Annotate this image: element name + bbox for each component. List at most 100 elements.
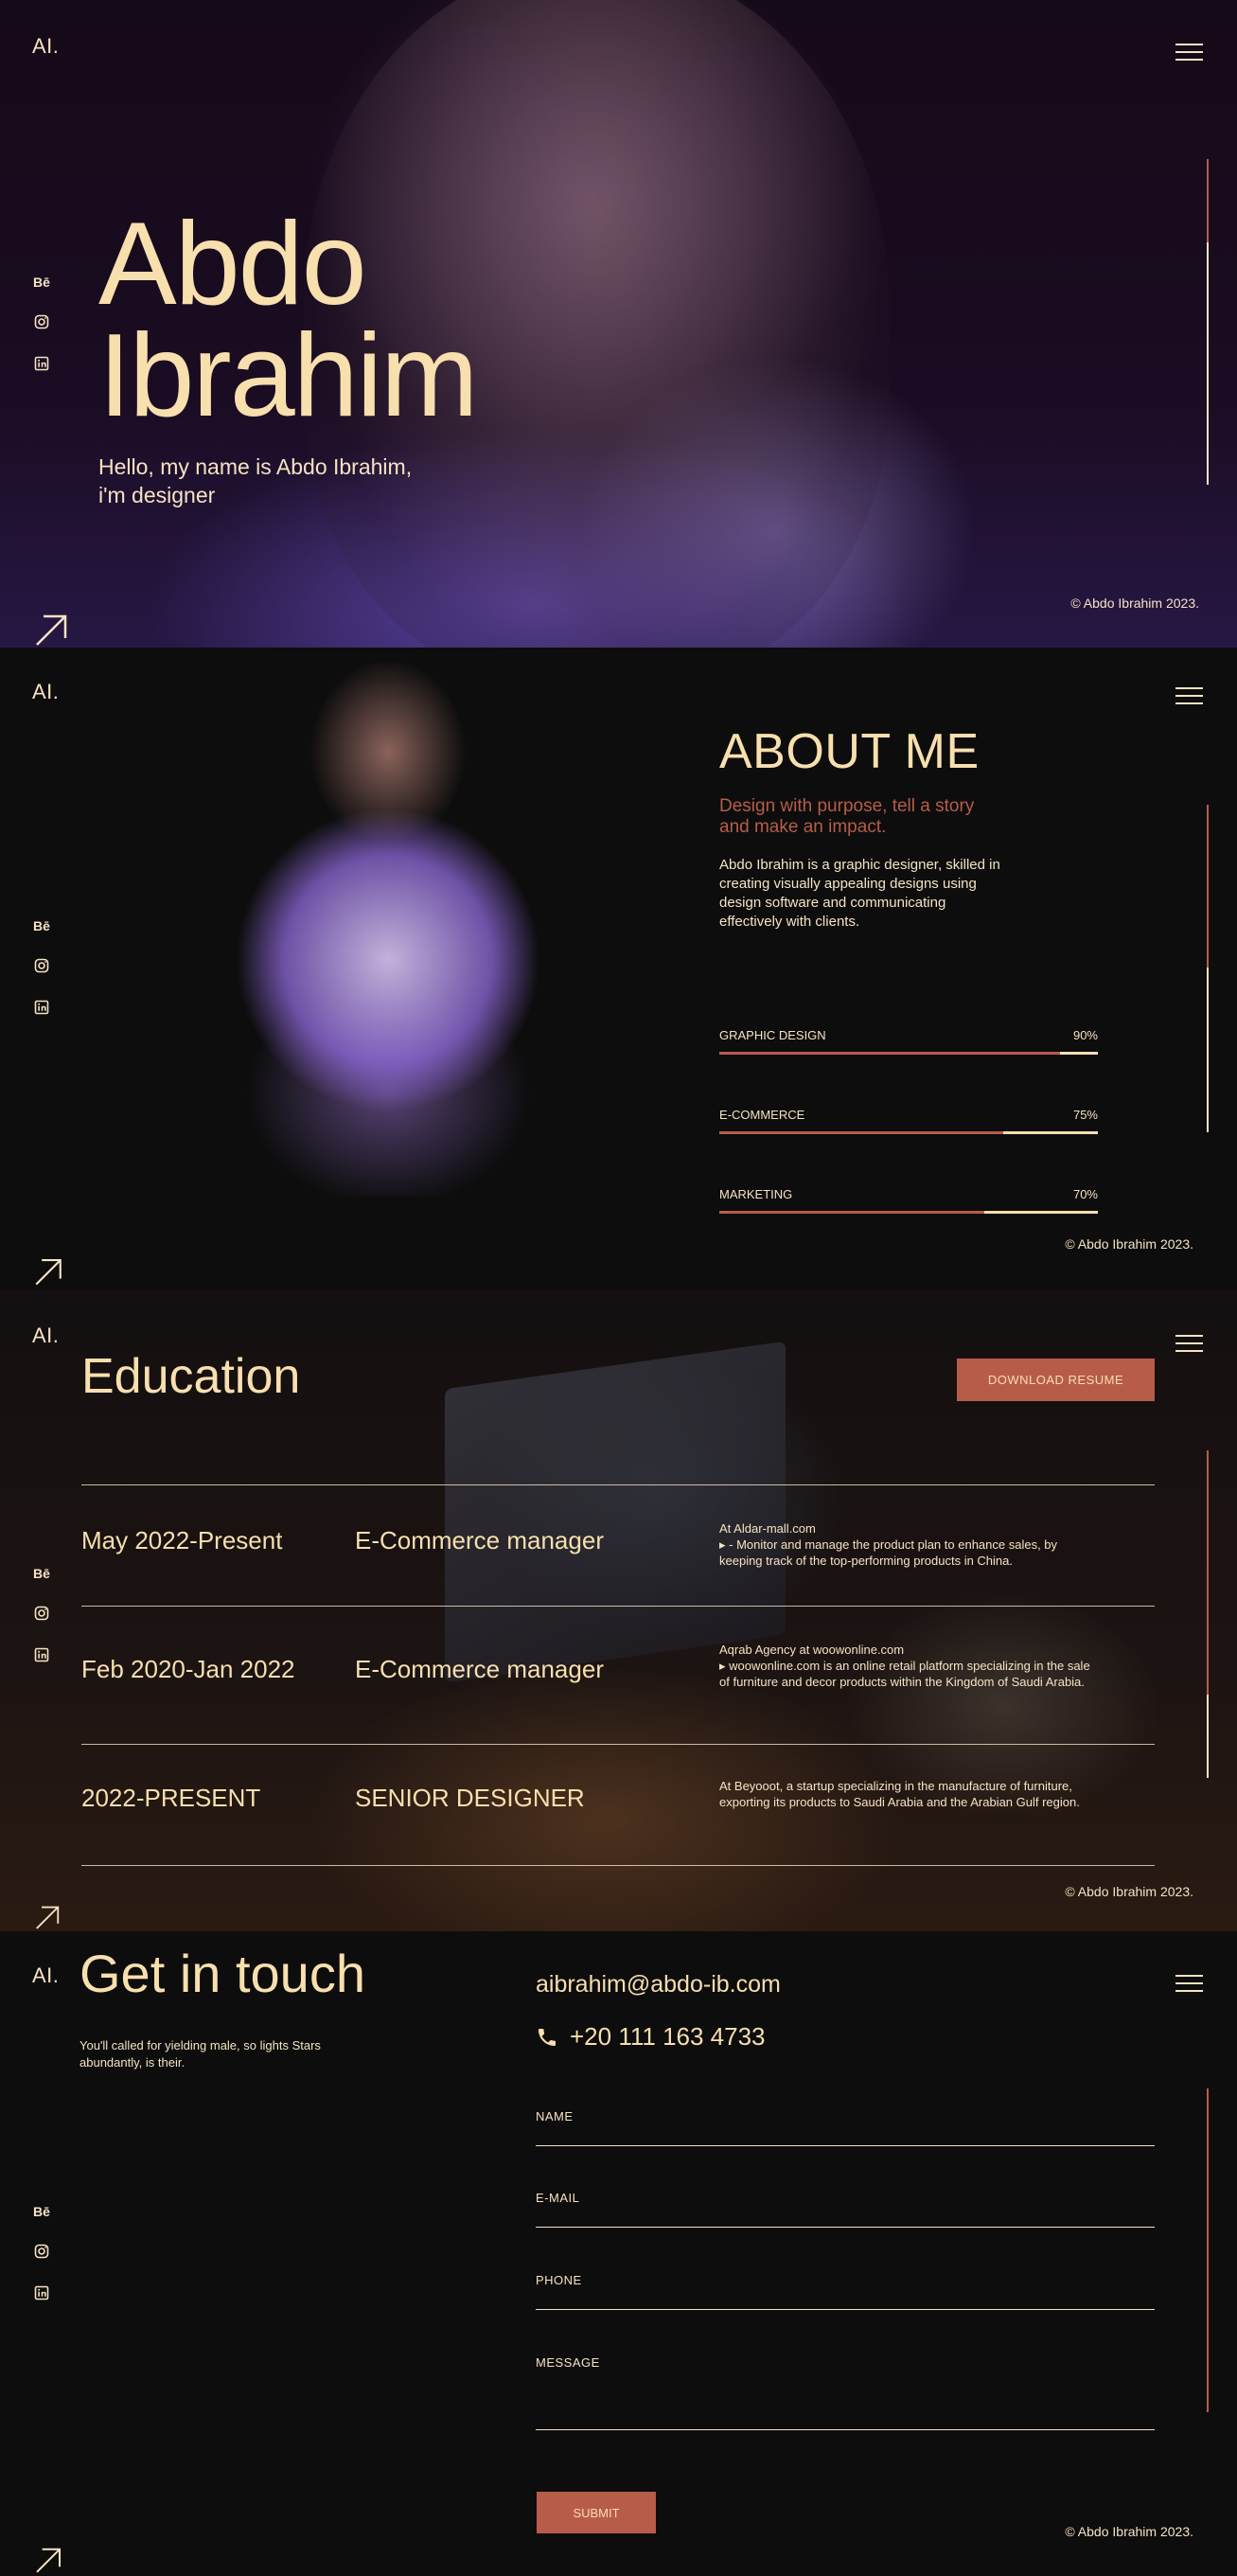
copyright: © Abdo Ibrahim 2023.: [1070, 595, 1199, 611]
education-role: SENIOR DESIGNER: [355, 1784, 585, 1812]
social-links: Bē: [32, 916, 51, 1041]
scroll-indicator-fill: [1207, 805, 1209, 968]
submit-button[interactable]: SUBMIT: [537, 2492, 656, 2533]
education-company: Aqrab Agency at woowonline.com: [719, 1643, 905, 1657]
education-date: 2022-PRESENT: [81, 1784, 261, 1812]
hero-section: AI. Bē Abdo Ibrahim Hello, my name is Ab…: [0, 0, 1237, 648]
education-detail: ▸ - Monitor and manage the product plan …: [719, 1537, 1058, 1568]
background-desk-image: [445, 1341, 786, 1683]
skill-name: GRAPHIC DESIGN: [719, 1028, 826, 1042]
logo[interactable]: AI.: [32, 1324, 59, 1348]
social-links: Bē: [32, 273, 51, 398]
name-field-label: NAME: [536, 2109, 574, 2123]
menu-icon[interactable]: [1175, 1975, 1203, 1996]
skill-percent: 90%: [1072, 1028, 1098, 1042]
education-date: Feb 2020-Jan 2022: [81, 1655, 295, 1683]
scroll-indicator-fill: [1207, 159, 1209, 242]
scroll-indicator[interactable]: [1207, 1450, 1209, 1778]
skill-percent: 70%: [1072, 1187, 1098, 1201]
logo[interactable]: AI.: [32, 1963, 59, 1988]
about-title: ABOUT ME: [719, 724, 980, 779]
contact-phone-link[interactable]: +20 111 163 4733: [536, 2022, 766, 2052]
about-portrait-image: [189, 648, 587, 1197]
phone-input[interactable]: [536, 2291, 1155, 2310]
education-description: Aqrab Agency at woowonline.com ▸ woowonl…: [719, 1642, 1098, 1690]
instagram-icon[interactable]: [32, 958, 51, 977]
copyright: © Abdo Ibrahim 2023.: [1065, 2524, 1193, 2539]
education-detail: ▸ woowonline.com is an online retail pla…: [719, 1659, 1090, 1689]
education-date: May 2022-Present: [81, 1526, 283, 1554]
social-links: Bē: [32, 1564, 51, 1689]
menu-icon[interactable]: [1175, 44, 1203, 64]
hero-subtitle: Hello, my name is Abdo Ibrahim, i'm desi…: [98, 453, 439, 509]
hero-subtitle-line1: Hello, my name is Abdo Ibrahim,: [98, 454, 413, 479]
arrow-up-right-icon[interactable]: [32, 611, 70, 648]
skill-bar: [719, 1131, 1098, 1134]
education-detail: At Beyooot, a startup specializing in th…: [719, 1779, 1080, 1809]
social-links: Bē: [32, 2202, 51, 2327]
scroll-indicator-fill: [1207, 2088, 1209, 2412]
menu-icon[interactable]: [1175, 1335, 1203, 1356]
education-company: At Aldar-mall.com: [719, 1521, 816, 1536]
arrow-up-right-icon[interactable]: [32, 1903, 62, 1931]
menu-icon[interactable]: [1175, 687, 1203, 708]
arrow-up-right-icon[interactable]: [32, 2545, 64, 2575]
name-field: NAME: [536, 2109, 1155, 2146]
skill-percent: 75%: [1072, 1108, 1098, 1122]
name-input[interactable]: [536, 2127, 1155, 2146]
behance-icon[interactable]: Bē: [32, 916, 51, 935]
hero-subtitle-line2: i'm designer: [98, 483, 216, 507]
scroll-indicator[interactable]: [1207, 2088, 1209, 2412]
divider: [81, 1744, 1155, 1745]
education-role: E-Commerce manager: [355, 1655, 604, 1683]
arrow-up-right-icon[interactable]: [32, 1255, 64, 1288]
copyright: © Abdo Ibrahim 2023.: [1065, 1236, 1193, 1252]
behance-icon[interactable]: Bē: [32, 273, 51, 292]
instagram-icon[interactable]: [32, 2244, 51, 2263]
message-textarea[interactable]: [536, 2373, 1155, 2430]
download-resume-button[interactable]: DOWNLOAD RESUME: [957, 1359, 1155, 1401]
linkedin-icon[interactable]: [32, 1647, 51, 1666]
contact-note: You'll called for yielding male, so ligh…: [80, 2038, 321, 2070]
skill-bar-level: [719, 1211, 984, 1214]
contact-phone-number: +20 111 163 4733: [570, 2022, 766, 2051]
linkedin-icon[interactable]: [32, 1000, 51, 1019]
about-tagline: Design with purpose, tell a story and ma…: [719, 796, 975, 837]
skill-bar: [719, 1211, 1098, 1214]
education-description: At Beyooot, a startup specializing in th…: [719, 1778, 1098, 1810]
skill-graphic-design: GRAPHIC DESIGN 90%: [719, 1028, 1098, 1055]
skill-bar-level: [719, 1052, 1060, 1055]
education-description: At Aldar-mall.com ▸ - Monitor and manage…: [719, 1520, 1098, 1569]
linkedin-icon[interactable]: [32, 356, 51, 375]
email-input[interactable]: [536, 2209, 1155, 2228]
email-field-label: E-MAIL: [536, 2191, 580, 2205]
hero-name: Abdo Ibrahim: [98, 205, 478, 435]
phone-icon: [539, 2028, 556, 2046]
skill-bar: [719, 1052, 1098, 1055]
contact-email-link[interactable]: aibrahim@abdo-ib.com: [536, 1971, 781, 1999]
education-title: Education: [81, 1349, 301, 1404]
logo[interactable]: AI.: [32, 34, 59, 59]
logo[interactable]: AI.: [32, 680, 59, 704]
instagram-icon[interactable]: [32, 314, 51, 333]
copyright: © Abdo Ibrahim 2023.: [1065, 1884, 1193, 1899]
divider: [81, 1606, 1155, 1607]
contact-title: Get in touch: [80, 1944, 365, 2003]
behance-icon[interactable]: Bē: [32, 2202, 51, 2221]
phone-field: PHONE: [536, 2273, 1155, 2310]
skill-e-commerce: E-COMMERCE 75%: [719, 1108, 1098, 1134]
phone-field-label: PHONE: [536, 2273, 582, 2287]
divider: [81, 1865, 1155, 1866]
skill-name: MARKETING: [719, 1187, 793, 1201]
about-bio: Abdo Ibrahim is a graphic designer, skil…: [719, 857, 1000, 930]
scroll-indicator[interactable]: [1207, 159, 1209, 485]
instagram-icon[interactable]: [32, 1606, 51, 1625]
scroll-indicator[interactable]: [1207, 805, 1209, 1132]
email-field: E-MAIL: [536, 2191, 1155, 2228]
hero-name-line2: Ibrahim: [98, 311, 478, 441]
divider: [81, 1484, 1155, 1485]
skill-marketing: MARKETING 70%: [719, 1187, 1098, 1214]
linkedin-icon[interactable]: [32, 2285, 51, 2304]
message-field: MESSAGE: [536, 2355, 1155, 2430]
behance-icon[interactable]: Bē: [32, 1564, 51, 1583]
